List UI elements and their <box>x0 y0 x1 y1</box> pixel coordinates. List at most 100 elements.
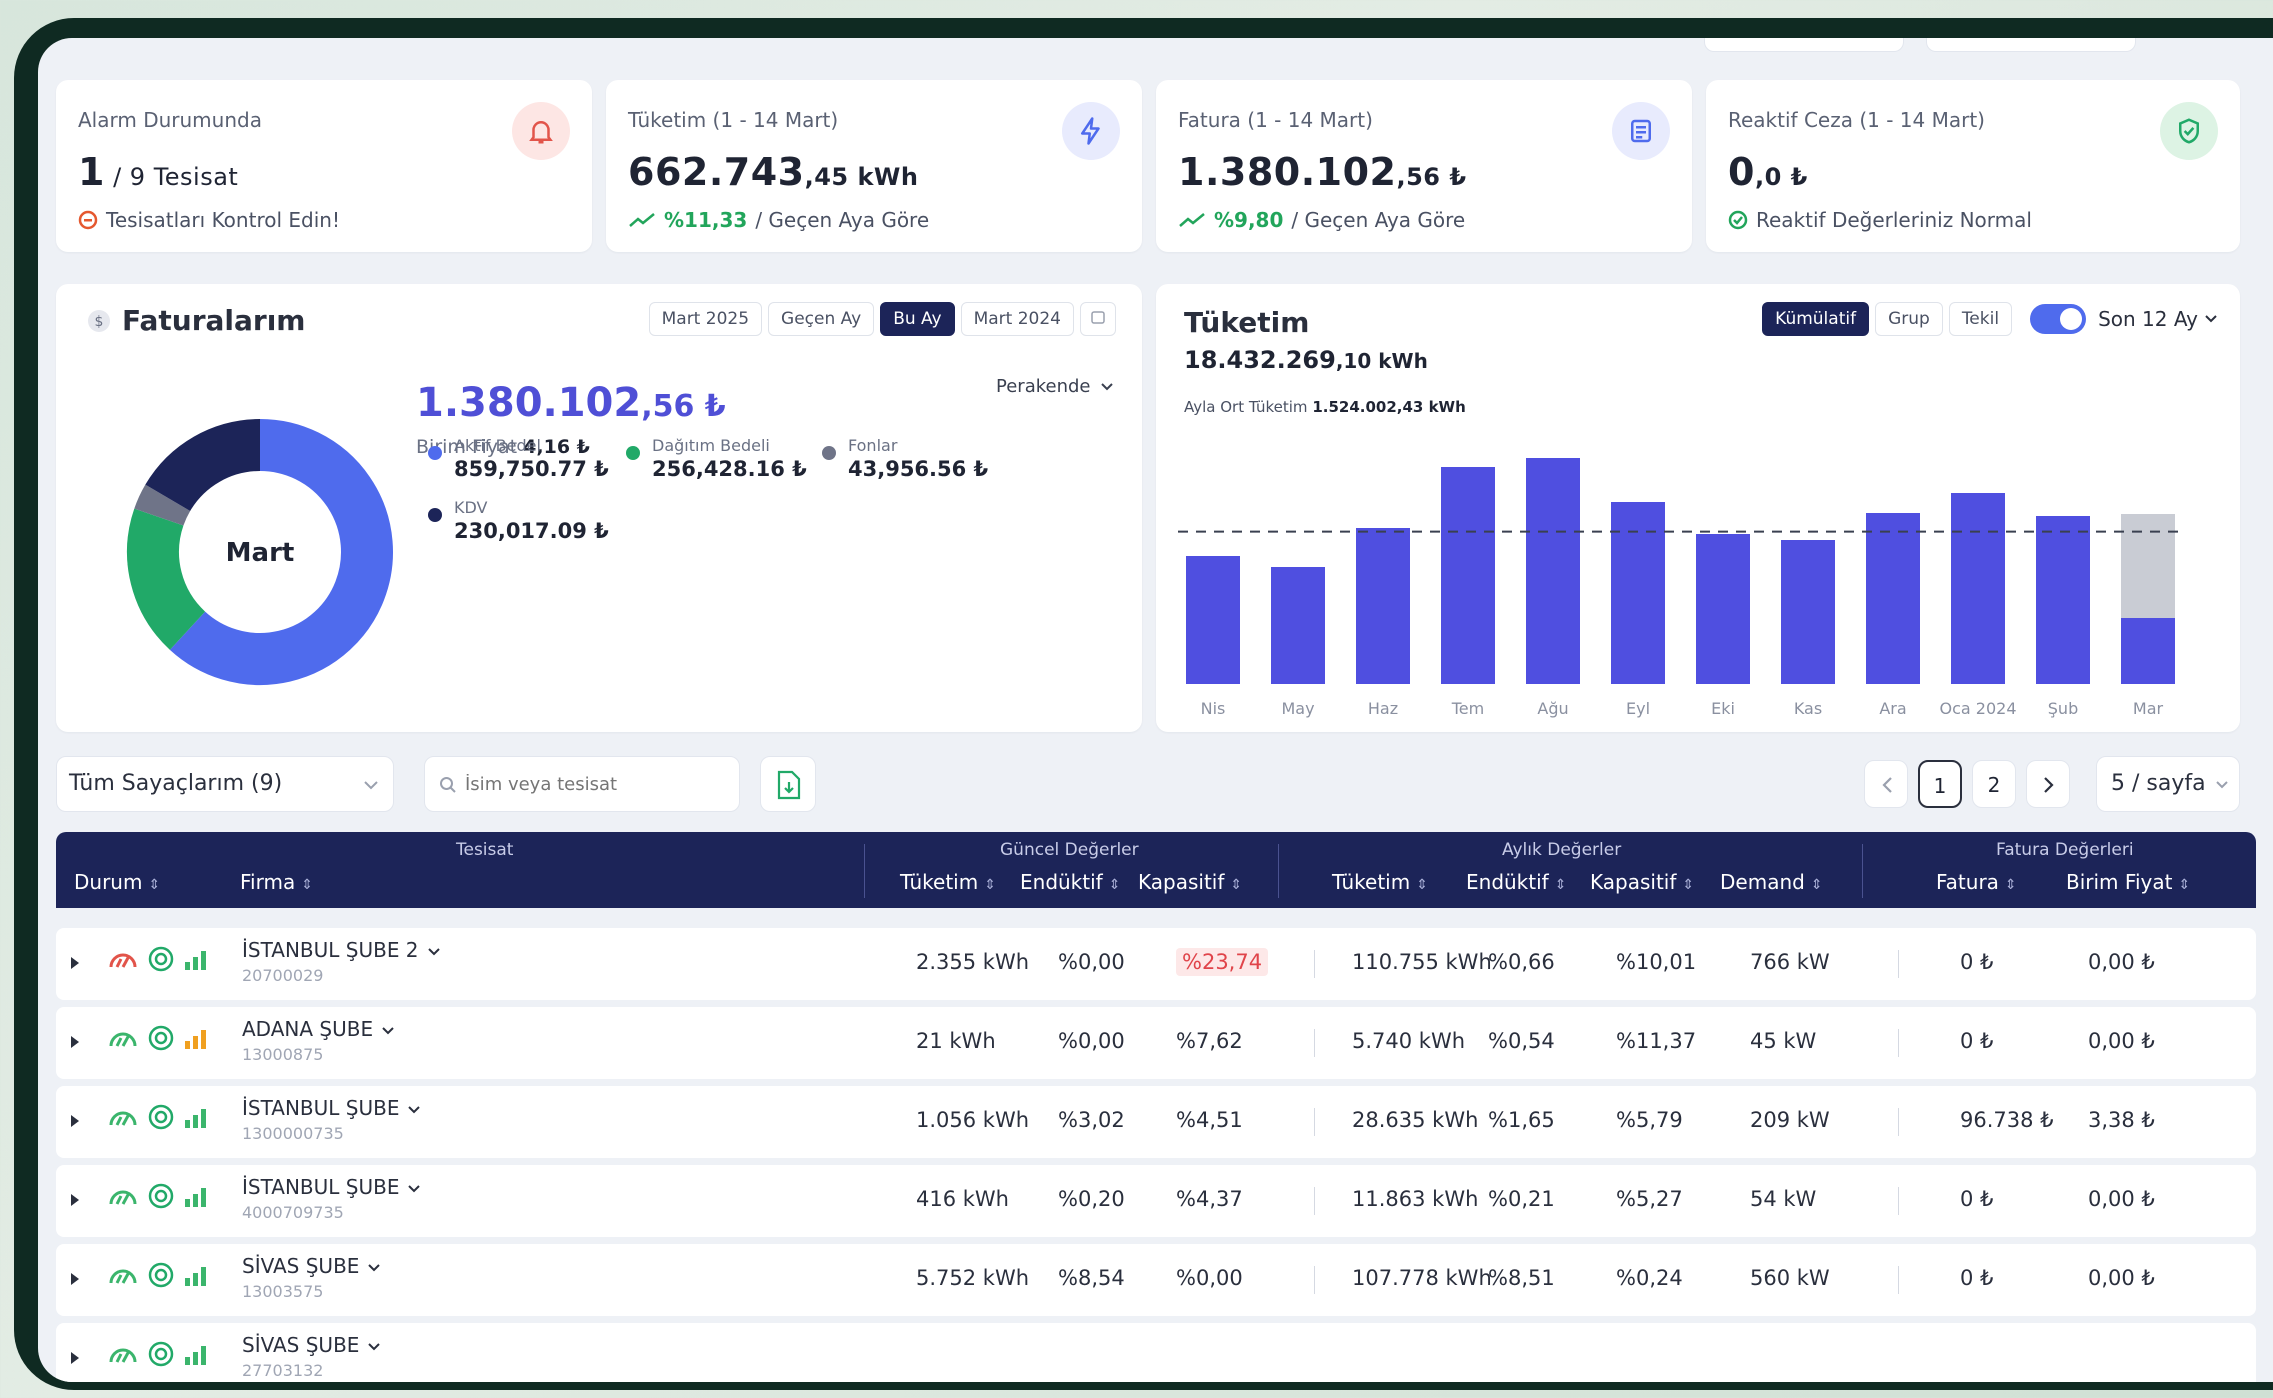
range-label[interactable]: Son 12 Ay <box>2098 307 2198 331</box>
column-header-birim[interactable]: Birim Fiyat ⇕ <box>2066 870 2190 894</box>
expand-row-button[interactable] <box>70 1350 80 1369</box>
bar[interactable] <box>1611 502 1665 684</box>
bar[interactable] <box>2036 516 2090 684</box>
firm-cell[interactable]: İSTANBUL ŞUBE 2 20700029 <box>242 938 441 985</box>
group-tesisat: Tesisat <box>456 840 514 860</box>
search-box[interactable] <box>424 756 740 812</box>
consumption-title: Tüketim <box>1184 306 1310 339</box>
page-2-button[interactable]: 2 <box>1972 760 2016 808</box>
cell-divider <box>1314 1029 1315 1057</box>
kpi-alarm-card[interactable]: Alarm Durumunda 1 / 9 Tesisat Tesisatlar… <box>56 80 592 252</box>
cell-m_tuketim: 28.635 kWh <box>1352 1108 1479 1132</box>
period-tab[interactable]: Bu Ay <box>880 302 955 336</box>
legend-name: Fonlar <box>848 436 898 455</box>
firm-cell[interactable]: ADANA ŞUBE 13000875 <box>242 1017 395 1064</box>
column-header-label: Tüketim <box>1332 870 1411 894</box>
bar[interactable] <box>1441 467 1495 684</box>
expand-row-button[interactable] <box>70 1271 80 1290</box>
donut-slice[interactable] <box>145 419 261 512</box>
table-row[interactable]: İSTANBUL ŞUBE 2 20700029 2.355 kWh %0,00 %23… <box>56 928 2256 1000</box>
bar[interactable] <box>1866 513 1920 684</box>
bar[interactable] <box>1186 556 1240 684</box>
table-row[interactable]: İSTANBUL ŞUBE 4000709735 416 kWh %0,20 %4,37… <box>56 1165 2256 1237</box>
column-header-m_enduktif[interactable]: Endüktif ⇕ <box>1466 870 1566 894</box>
kpi-consumption-card[interactable]: Tüketim (1 - 14 Mart) 662.743,45 kWh %11… <box>606 80 1142 252</box>
kpi-invoice-card[interactable]: Fatura (1 - 14 Mart) 1.380.102,56 ₺ %9,8… <box>1156 80 1692 252</box>
expand-row-button[interactable] <box>70 1192 80 1211</box>
kpi-reactive-card[interactable]: Reaktif Ceza (1 - 14 Mart) 0,0 ₺ Reaktif… <box>1706 80 2240 252</box>
status-icons <box>108 946 208 972</box>
kpi-label: Alarm Durumunda <box>78 108 262 132</box>
table-row[interactable]: ADANA ŞUBE 13000875 21 kWh %0,00 %7,62 5.740 … <box>56 1007 2256 1079</box>
period-tab[interactable]: Mart 2024 <box>960 302 1074 336</box>
sort-icon: ⇕ <box>1108 877 1121 893</box>
column-header-m_kapasitif[interactable]: Kapasitif ⇕ <box>1590 870 1694 894</box>
table-row[interactable]: SİVAS ŞUBE 13003575 5.752 kWh %8,54 %0,00 107… <box>56 1244 2256 1316</box>
trend-up-icon <box>1179 213 1205 227</box>
bar[interactable] <box>1271 567 1325 684</box>
table-row[interactable]: İSTANBUL ŞUBE 1300000735 1.056 kWh %3,02 %4,… <box>56 1086 2256 1158</box>
cell-m_tuketim: 11.863 kWh <box>1352 1187 1479 1211</box>
view-tab[interactable]: Grup <box>1875 302 1943 336</box>
invoices-period-tabs: Mart 2025 Geçen Ay Bu Ay Mart 2024 <box>643 302 1116 336</box>
expand-row-button[interactable] <box>70 955 80 974</box>
column-header-c_enduktif[interactable]: Endüktif ⇕ <box>1020 870 1120 894</box>
firm-cell[interactable]: SİVAS ŞUBE 27703132 <box>242 1333 381 1380</box>
prev-page-button[interactable] <box>1864 760 1908 808</box>
period-tab[interactable]: Mart 2025 <box>648 302 763 336</box>
bar[interactable] <box>1526 458 1580 684</box>
cell-birim: 0,00 ₺ <box>2088 1029 2155 1053</box>
cell-c_enduktif: %0,00 <box>1058 950 1125 974</box>
column-header-fatura[interactable]: Fatura ⇕ <box>1936 870 2017 894</box>
donut-slice[interactable] <box>127 508 206 650</box>
view-tab[interactable]: Kümülatif <box>1762 302 1870 336</box>
header-divider <box>1278 844 1279 898</box>
signal-bars-icon <box>185 1346 206 1365</box>
view-tab[interactable]: Tekil <box>1948 302 2013 336</box>
column-header-durum[interactable]: Durum ⇕ <box>74 870 160 894</box>
search-input[interactable] <box>465 769 725 799</box>
column-header-firma[interactable]: Firma ⇕ <box>240 870 313 894</box>
cell-divider <box>1314 1187 1315 1215</box>
period-tab[interactable]: Geçen Ay <box>768 302 875 336</box>
range-toggle[interactable] <box>2030 304 2087 334</box>
page-size-select[interactable]: 5 / sayfa <box>2096 756 2240 812</box>
x-tick-label: Nis <box>1201 699 1226 718</box>
donut-slice[interactable] <box>134 484 191 527</box>
page-1-button[interactable]: 1 <box>1918 760 1962 808</box>
x-tick-label: Mar <box>2133 699 2164 718</box>
bar[interactable] <box>1696 534 1750 684</box>
expand-row-button[interactable] <box>70 1113 80 1132</box>
expand-row-button[interactable] <box>70 1034 80 1053</box>
bar[interactable] <box>2121 618 2175 684</box>
calendar-button[interactable] <box>1080 302 1116 336</box>
cell-m_demand: 560 kW <box>1750 1266 1830 1290</box>
firm-cell[interactable]: İSTANBUL ŞUBE 4000709735 <box>242 1175 421 1222</box>
group-invoice: Fatura Değerleri <box>1996 840 2134 860</box>
column-header-c_kapasitif[interactable]: Kapasitif ⇕ <box>1138 870 1242 894</box>
column-header-c_tuketim[interactable]: Tüketim ⇕ <box>900 870 996 894</box>
sort-icon: ⇕ <box>301 877 313 893</box>
info-circle-icon[interactable]: $ <box>86 308 112 334</box>
legend-name: Dağıtım Bedeli <box>652 436 770 455</box>
bar[interactable] <box>1356 528 1410 684</box>
table-row[interactable]: SİVAS ŞUBE 27703132 <box>56 1323 2256 1382</box>
cell-m_tuketim: 110.755 kWh <box>1352 950 1492 974</box>
export-excel-button[interactable] <box>760 756 816 812</box>
bar[interactable] <box>1951 493 2005 684</box>
tariff-select[interactable]: Perakende <box>996 376 1114 397</box>
next-page-button[interactable] <box>2026 760 2070 808</box>
cell-birim: 0,00 ₺ <box>2088 950 2155 974</box>
cell-divider <box>1898 1187 1899 1215</box>
meter-select[interactable]: Tüm Sayaçlarım (9) <box>56 756 394 812</box>
column-header-m_tuketim[interactable]: Tüketim ⇕ <box>1332 870 1428 894</box>
cell-m_enduktif: %0,21 <box>1488 1187 1555 1211</box>
consumption-total-main: 18.432.269 <box>1184 346 1336 374</box>
column-header-m_demand[interactable]: Demand ⇕ <box>1720 870 1823 894</box>
firm-cell[interactable]: İSTANBUL ŞUBE 1300000735 <box>242 1096 421 1143</box>
column-header-label: Tüketim <box>900 870 979 894</box>
bar[interactable] <box>1781 540 1835 684</box>
chevron-down-icon <box>381 1017 395 1041</box>
sort-icon: ⇕ <box>1416 877 1428 893</box>
firm-cell[interactable]: SİVAS ŞUBE 13003575 <box>242 1254 381 1301</box>
